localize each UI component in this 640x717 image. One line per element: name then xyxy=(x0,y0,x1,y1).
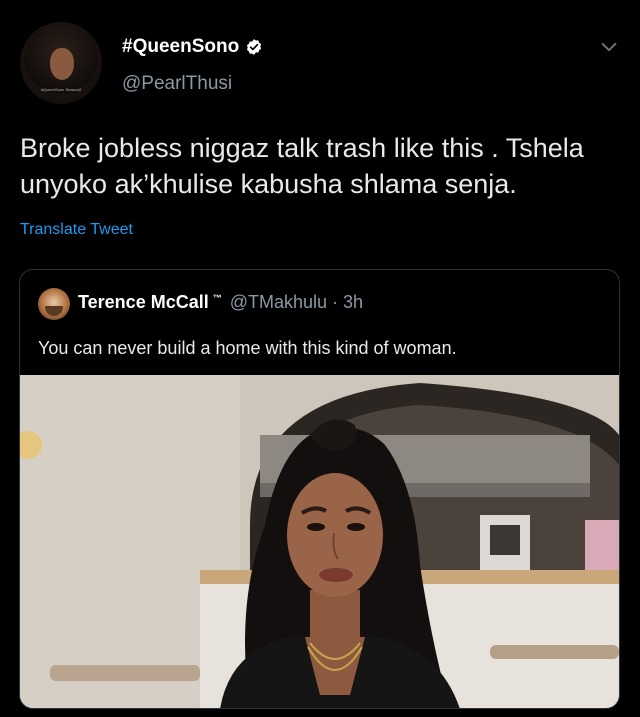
quoted-author-avatar[interactable] xyxy=(38,288,70,320)
tweet-text: Broke jobless niggaz talk trash like thi… xyxy=(20,133,584,199)
verified-badge-icon xyxy=(247,39,262,55)
author-handle[interactable]: @PearlThusi xyxy=(122,73,232,95)
chevron-down-icon[interactable] xyxy=(598,36,620,58)
quoted-tweet-card[interactable]: Terence McCall ™ @TMakhulu · 3h You can … xyxy=(19,269,620,709)
author-avatar[interactable]: #QueenSono Season2 xyxy=(20,22,102,104)
quoted-author-row: Terence McCall ™ @TMakhulu · 3h xyxy=(78,292,363,313)
quoted-author-name[interactable]: Terence McCall xyxy=(78,292,209,313)
tweet: #QueenSono Season2 #QueenSono @PearlThus… xyxy=(0,0,640,717)
author-name-row[interactable]: #QueenSono xyxy=(122,36,263,58)
author-display-name[interactable]: #QueenSono xyxy=(122,36,239,58)
quoted-author-handle-time[interactable]: @TMakhulu · 3h xyxy=(230,292,363,313)
translate-tweet-link[interactable]: Translate Tweet xyxy=(20,221,133,239)
quoted-author-trademark: ™ xyxy=(212,293,222,303)
quoted-tweet-text: You can never build a home with this kin… xyxy=(38,338,457,358)
quoted-avatar-beard xyxy=(45,306,63,316)
photo-illustration xyxy=(20,375,619,708)
quoted-tweet-photo[interactable] xyxy=(20,375,619,708)
avatar-caption: #QueenSono Season2 xyxy=(40,87,82,92)
avatar-face xyxy=(50,48,74,80)
